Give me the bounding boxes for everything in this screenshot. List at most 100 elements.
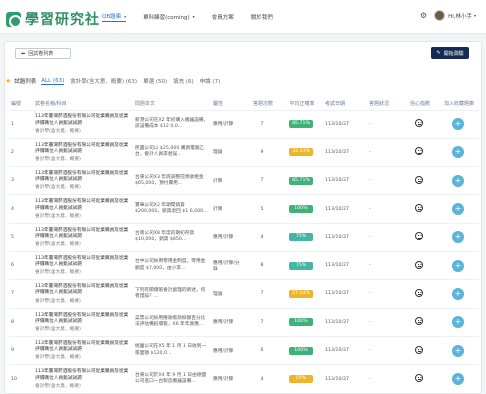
plus-icon[interactable]: + [452,259,464,272]
table-row[interactable]: 4 113年臺灣菸酒股份有限公司從業職員及從業評價職位人員甄試試題 會計學(含大意、… [9,194,479,224]
question-preview-cell[interactable]: 菜票公司採用應收帳款餘額百分比法評估備抵壞帳，X6 年年底應... [133,307,211,337]
exam-cell[interactable]: 113年臺灣菸酒股份有限公司從業職員及從業評價職位人員甄試試題 會計學(含大意、概… [33,307,133,337]
confidence-cell[interactable] [401,335,437,365]
nav-item-qb[interactable]: QB題庫 ▾ [102,11,127,22]
confidence-cell[interactable] [401,307,437,337]
question-preview-cell[interactable]: 民國公司以 $25,000 購買電腦乙台，會計人員李君誤... [133,137,211,167]
neutral-face-icon[interactable] [415,119,423,128]
exam-cell[interactable]: 113年臺灣菸酒股份有限公司從業職員及從業評價職位人員甄試試題 會計學(含大意、概… [33,279,133,309]
table-row[interactable]: 8 113年臺灣菸酒股份有限公司從業職員及從業評價職位人員甄試試題 會計學(含大意、… [9,307,479,337]
neutral-face-icon[interactable] [415,175,423,184]
table-row[interactable]: 3 113年臺灣菸酒股份有限公司從業職員及從業評價職位人員甄試試題 會計學(含大意、… [9,166,479,195]
confidence-cell[interactable] [401,137,437,167]
exam-subject: 會計學(含大意、概要) [35,213,81,219]
add-favorite-cell[interactable]: + [437,222,479,252]
table-row[interactable]: 10 113年臺灣菸酒股份有限公司從業職員及從業評價職位人員甄試試題 會計學(含大意… [9,364,479,393]
question-preview-cell[interactable]: 桃園公司在X5 年 1 月 1 日收到一張面額 $120,0... [133,335,211,365]
answer-count-cell: 5 [245,194,279,224]
nav-item-about[interactable]: 關於我們 [251,11,273,22]
exam-title: 113年臺灣菸酒股份有限公司從業職員及從業評價職位人員甄試試題 [35,142,129,154]
header-answer-count: 答題次數 [252,101,273,108]
neutral-face-icon[interactable] [415,288,423,297]
neutral-face-icon[interactable] [415,260,423,269]
add-favorite-cell[interactable]: + [437,109,479,139]
add-favorite-cell[interactable]: + [437,335,479,365]
table-row[interactable]: 2 113年臺灣菸酒股份有限公司從業職員及從業評價職位人員甄試試題 會計學(含大意、… [9,137,479,167]
neutral-face-icon[interactable] [415,204,423,213]
answer-count-cell: 6 [245,335,279,365]
table-row[interactable]: 6 113年臺灣菸酒股份有限公司從業職員及從業評價職位人員甄試試題 會計學(含大意、… [9,250,479,280]
user-menu[interactable]: ⚙ Hi,林小手 ▾ [420,10,476,21]
confidence-cell[interactable] [401,194,437,224]
exam-cell[interactable]: 113年臺灣菸酒股份有限公司從業職員及從業評價職位人員甄試試題 會計學(含大意、概… [33,335,133,365]
gear-icon[interactable]: ⚙ [420,11,427,20]
question-preview-cell[interactable]: 下列有關壞帳會計處理的敘述，何者錯誤？... [133,279,211,309]
table-row[interactable]: 5 113年臺灣菸酒股份有限公司從業職員及從業評價職位人員甄試試題 會計學(含大意、… [9,222,479,252]
answer-status-cell: - [367,166,401,195]
filter-tab-essay[interactable]: 申論 (7) [200,77,221,85]
table-row[interactable]: 7 113年臺灣菸酒股份有限公司從業職員及從業評價職位人員甄試試題 會計學(含大意、… [9,279,479,309]
add-favorite-cell[interactable]: + [437,194,479,224]
add-favorite-cell[interactable]: + [437,364,479,393]
plus-icon[interactable]: + [452,373,464,386]
exam-cell[interactable]: 113年臺灣菸酒股份有限公司從業職員及從業評價職位人員甄試試題 會計學(含大意、概… [33,194,133,224]
attribute-cell: 理論 [211,137,245,167]
pencil-icon: ✎ [436,50,441,56]
row-number: 6 [9,250,33,280]
neutral-face-icon[interactable] [415,147,423,156]
question-preview-cell[interactable]: 台南公司X8 年度的期初存貨 $10,000，銷貨 $850... [133,222,211,252]
confidence-cell[interactable] [401,109,437,139]
nav-item-subject-practice[interactable]: 單科練習(coming) ▾ [143,11,195,22]
add-favorite-cell[interactable]: + [437,279,479,309]
question-preview: 桃園公司在X5 年 1 月 1 日收到一張面額 $120,0... [135,344,207,356]
exam-cell[interactable]: 113年臺灣菸酒股份有限公司從業職員及從業評價職位人員甄試試題 會計學(含大意、概… [33,250,133,280]
plus-icon[interactable]: + [452,287,464,300]
list-title: 試題列表 [14,79,37,85]
exam-cell[interactable]: 113年臺灣菸酒股份有限公司從業職員及從業評價職位人員甄試試題 會計學(含大意、概… [33,222,133,252]
filter-tab-all[interactable]: ALL (63) [41,78,65,85]
plus-icon[interactable]: + [452,231,464,244]
question-preview-cell[interactable]: 台東公司於X4 年 9 月 1 日由德國公司進口一台製造機器設備... [133,364,211,393]
neutral-face-icon[interactable] [415,232,423,241]
question-preview-cell[interactable]: 寶華公司X2 年期間銷貨 $200,000，銷貨退回 $1 6,000... [133,194,211,224]
answer-status-cell: - [367,222,401,252]
filter-tab-single-choice[interactable]: 單選 (50) [143,77,167,85]
start-test-button[interactable]: ✎ 開始測驗 [431,47,469,59]
confidence-cell[interactable] [401,279,437,309]
plus-icon[interactable]: + [452,118,464,131]
confidence-cell[interactable] [401,250,437,280]
neutral-face-icon[interactable] [415,317,423,326]
add-favorite-cell[interactable]: + [437,250,479,280]
plus-icon[interactable]: + [452,203,464,216]
question-preview-cell[interactable]: 台東公司X3 年底調整前預收租金 $65,000，預付費用... [133,166,211,195]
filter-tab-accounting[interactable]: 會計學(含大意、概要) (63) [70,77,137,85]
confidence-cell[interactable] [401,222,437,252]
table-row[interactable]: 9 113年臺灣菸酒股份有限公司從業職員及從業評價職位人員甄試試題 會計學(含大意、… [9,335,479,365]
answer-status-cell: - [367,137,401,167]
back-to-exam-list-button[interactable]: ⬅ 回試卷列表 [15,48,71,59]
question-preview-cell[interactable]: 新港公司在X2 年初購入機器設備，該設備成本 $12 0,0... [133,109,211,139]
question-preview: 台南公司X8 年度的期初存貨 $10,000，銷貨 $850... [135,231,195,243]
add-favorite-cell[interactable]: + [437,307,479,337]
add-favorite-cell[interactable]: + [437,166,479,195]
exam-cell[interactable]: 113年臺灣菸酒股份有限公司從業職員及從業評價職位人員甄試試題 會計學(含大意、概… [33,109,133,139]
exam-cell[interactable]: 113年臺灣菸酒股份有限公司從業職員及從業評價職位人員甄試試題 會計學(含大意、概… [33,137,133,167]
neutral-face-icon[interactable] [415,345,423,354]
plus-icon[interactable]: + [452,316,464,329]
plus-icon[interactable]: + [452,146,464,159]
plus-icon[interactable]: + [452,174,464,187]
brand-logo[interactable]: 學習研究社 [6,9,100,29]
plus-icon[interactable]: + [452,344,464,357]
nav-item-membership[interactable]: 會員方案 [212,11,234,22]
confidence-cell[interactable] [401,166,437,195]
question-preview-cell[interactable]: 台中公司採用零用金制度，零用金額度 $7,000，由小李... [133,250,211,280]
filter-tab-fill-in[interactable]: 填充 (6) [173,77,194,85]
add-favorite-cell[interactable]: + [437,137,479,167]
table-row[interactable]: 1 113年臺灣菸酒股份有限公司從業職員及從業評價職位人員甄試試題 會計學(含大意、… [9,109,479,139]
neutral-face-icon[interactable] [415,374,423,383]
header-exam-date: 考試日期 [325,101,346,108]
exam-cell[interactable]: 113年臺灣菸酒股份有限公司從業職員及從業評價職位人員甄試試題 會計學(含大意、概… [33,166,133,195]
exam-cell[interactable]: 113年臺灣菸酒股份有限公司從業職員及從業評價職位人員甄試試題 會計學(含大意、概… [33,364,133,393]
confidence-cell[interactable] [401,364,437,393]
question-table: 編號 試卷名稱/科目 問題本文 屬性 答題次數 平均正確率 考試日期 答題狀況 … [9,98,479,393]
